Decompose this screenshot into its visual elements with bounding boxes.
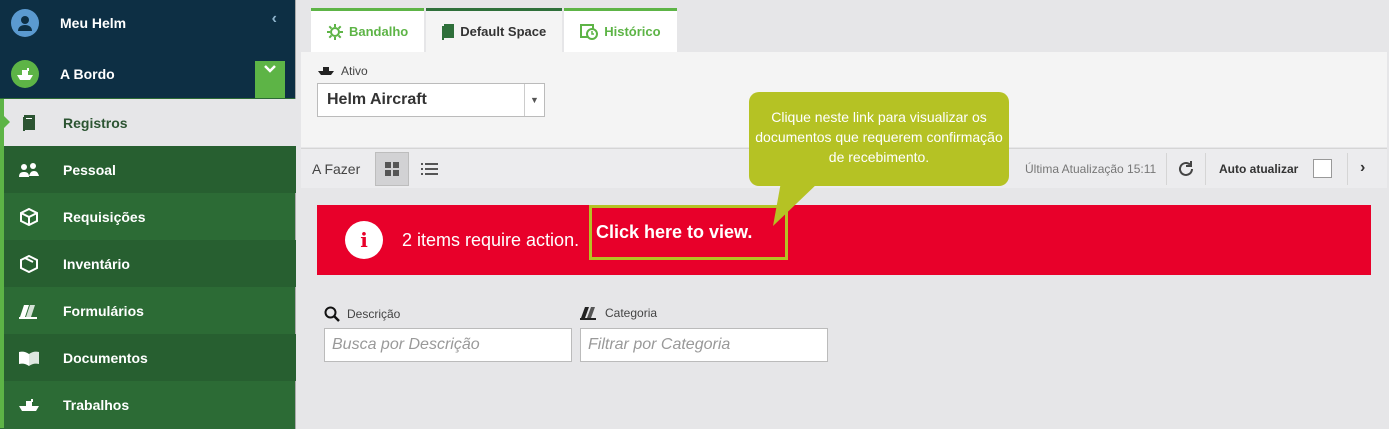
callout-pointer <box>773 182 819 226</box>
callout-text: Clique neste link para visualizar os doc… <box>755 109 1003 165</box>
description-filter-label: Descrição <box>324 306 400 322</box>
asset-label: Ativo <box>317 64 368 78</box>
package-icon <box>18 253 40 275</box>
tab-label: Default Space <box>460 24 547 39</box>
user-avatar-icon <box>11 9 39 37</box>
sidebar-item-label: Requisições <box>63 208 146 225</box>
main-content: Bandalho Default Space Histórico Ativo H… <box>301 0 1387 429</box>
user-label: Meu Helm <box>60 15 127 31</box>
sidebar-item-trabalhos[interactable]: Trabalhos <box>0 381 296 428</box>
category-filter-label: Categoria <box>580 306 657 320</box>
grid-icon <box>385 162 399 176</box>
history-icon <box>580 23 599 40</box>
alert-message: 2 items require action. <box>402 230 580 250</box>
description-placeholder: Busca por Descrição <box>332 336 480 353</box>
asset-select[interactable]: Helm Aircraft ▼ <box>317 83 545 117</box>
sidebar-item-label: Registros <box>63 114 128 131</box>
list-icon <box>421 163 438 175</box>
list-view-button[interactable] <box>413 152 447 186</box>
vessel-row[interactable]: A Bordo <box>0 60 296 88</box>
chevron-right-icon[interactable]: › <box>1360 159 1365 177</box>
forms-icon <box>18 300 40 322</box>
expand-vessel-button[interactable] <box>255 61 285 98</box>
sidebar-item-label: Pessoal <box>63 161 116 178</box>
help-callout: Clique neste link para visualizar os doc… <box>749 92 1009 186</box>
sidebar-item-pessoal[interactable]: Pessoal <box>0 146 296 193</box>
grid-view-button[interactable] <box>375 152 409 186</box>
todo-label: A Fazer <box>312 161 361 177</box>
sidebar-item-label: Inventário <box>63 255 130 272</box>
dropdown-arrow-icon[interactable]: ▼ <box>524 84 544 116</box>
divider <box>1205 153 1206 185</box>
tab-bar: Bandalho Default Space Histórico <box>311 8 679 52</box>
sidebar-header: Meu Helm ‹ A Bordo <box>0 0 295 98</box>
tab-label: Histórico <box>604 24 661 39</box>
view-items-link[interactable]: Click here to view. <box>589 205 788 260</box>
auto-refresh-checkbox[interactable] <box>1313 159 1332 178</box>
category-placeholder: Filtrar por Categoria <box>588 336 731 353</box>
category-filter-input[interactable]: Filtrar por Categoria <box>580 328 828 362</box>
sidebar-item-registros[interactable]: Registros <box>0 99 296 146</box>
ship-icon <box>11 60 39 88</box>
asset-select-value: Helm Aircraft <box>327 91 427 108</box>
category-label-text: Categoria <box>605 306 658 320</box>
ship-icon <box>18 394 40 416</box>
tab-bandalho[interactable]: Bandalho <box>311 8 425 52</box>
box-icon <box>18 206 40 228</box>
sidebar-item-documentos[interactable]: Documentos <box>0 334 296 381</box>
refresh-icon[interactable] <box>1176 159 1196 179</box>
description-label-text: Descrição <box>347 307 401 321</box>
sidebar-item-label: Formulários <box>63 302 144 319</box>
action-alert: i 2 items require action. Click here to … <box>317 205 1371 275</box>
ship-icon <box>318 67 334 75</box>
gear-icon <box>327 23 343 40</box>
sidebar-item-label: Trabalhos <box>63 396 130 413</box>
sidebar-item-label: Documentos <box>63 349 148 366</box>
chevron-down-icon <box>264 65 276 73</box>
book-icon <box>18 112 40 134</box>
book-icon <box>442 23 455 40</box>
sidebar-item-inventario[interactable]: Inventário <box>0 240 296 287</box>
collapse-sidebar-icon[interactable]: ‹ <box>272 10 277 28</box>
last-update-text: Última Atualização 15:11 <box>1025 162 1157 176</box>
vessel-label: A Bordo <box>60 66 115 82</box>
tab-historico[interactable]: Histórico <box>564 8 677 52</box>
tab-label: Bandalho <box>349 24 409 39</box>
sidebar-item-formularios[interactable]: Formulários <box>0 287 296 334</box>
people-icon <box>18 159 40 181</box>
tab-default-space[interactable]: Default Space <box>426 8 563 52</box>
forms-icon <box>580 307 596 320</box>
divider <box>1347 153 1348 185</box>
asset-label-text: Ativo <box>341 64 368 78</box>
divider <box>1166 153 1167 185</box>
auto-refresh-label: Auto atualizar <box>1219 162 1299 176</box>
user-row[interactable]: Meu Helm <box>0 9 296 37</box>
open-book-icon <box>18 347 40 369</box>
info-icon: i <box>345 221 383 259</box>
sidebar: Meu Helm ‹ A Bordo Registros Pessoal Req… <box>0 0 296 429</box>
description-search-input[interactable]: Busca por Descrição <box>324 328 572 362</box>
sidebar-item-requisicoes[interactable]: Requisições <box>0 193 296 240</box>
search-icon <box>324 306 340 322</box>
